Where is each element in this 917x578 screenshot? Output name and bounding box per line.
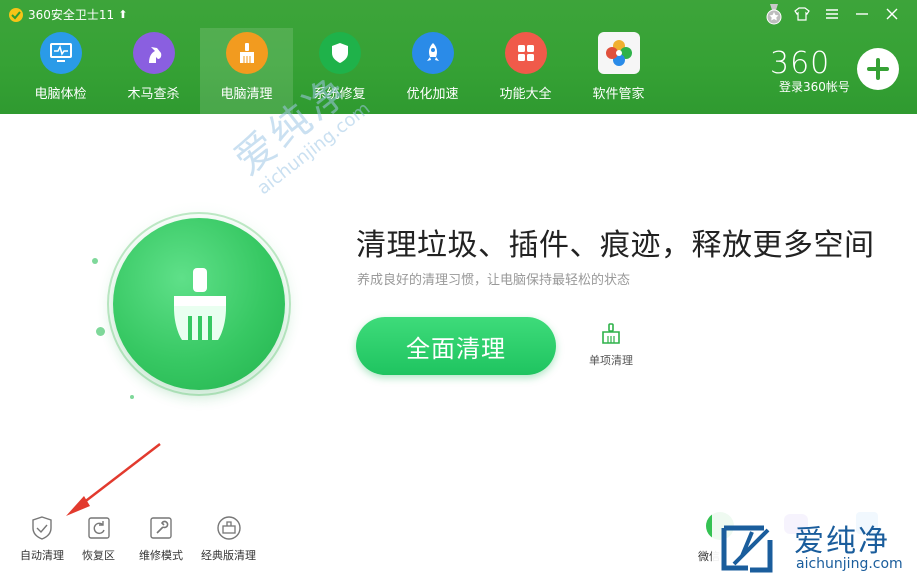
- annotation-arrow: [66, 443, 161, 516]
- menu-icon[interactable]: [817, 3, 847, 25]
- watermark-logo: 爱纯净 aichunjing.com: [712, 512, 910, 576]
- tool-label: 恢复区: [82, 549, 115, 562]
- plus-icon[interactable]: [857, 48, 899, 90]
- horse-icon: [132, 32, 175, 74]
- subline: 养成良好的清理习惯，让电脑保持最轻松的状态: [357, 273, 631, 288]
- repair-mode-button[interactable]: 维修模式: [139, 514, 183, 563]
- minimize-icon[interactable]: [847, 3, 877, 25]
- nav-item-functions[interactable]: 功能大全: [479, 28, 572, 114]
- bottom-tools: 自动清理 恢复区 维修模式 经典版清理: [20, 514, 270, 563]
- decor-dot: [130, 395, 134, 399]
- decor-dot: [92, 258, 98, 264]
- app-title-text: 360安全卫士11: [28, 8, 115, 22]
- login-account-link[interactable]: 登录360帐号: [779, 78, 850, 95]
- restore-icon: [85, 514, 113, 542]
- full-clean-button[interactable]: 全面清理: [356, 317, 556, 375]
- nav-item-speedup[interactable]: 优化加速: [386, 28, 479, 114]
- monitor-icon: [39, 32, 82, 74]
- upgrade-arrow-icon[interactable]: ⬆: [118, 8, 127, 21]
- nav-label: 软件管家: [592, 87, 645, 102]
- classic-clean-button[interactable]: 经典版清理: [201, 514, 256, 563]
- nav-label: 电脑体检: [34, 87, 87, 102]
- close-icon[interactable]: [877, 3, 907, 25]
- brand-block[interactable]: 360 登录360帐号: [770, 46, 850, 94]
- tool-label: 自动清理: [20, 549, 64, 562]
- nav-label: 电脑清理: [220, 87, 273, 102]
- rocket-icon: [411, 32, 454, 74]
- nav-label: 优化加速: [406, 87, 459, 102]
- auto-clean-button[interactable]: 自动清理: [20, 514, 64, 563]
- tool-label: 维修模式: [139, 549, 183, 562]
- medal-icon[interactable]: [762, 2, 786, 26]
- header-bar: 360安全卫士11 ⬆ 电脑体检 木马查杀 电脑清理 系统修复 优化加速 功能大…: [0, 0, 917, 114]
- window-controls: [787, 3, 907, 25]
- single-clean-button[interactable]: 单项清理: [585, 322, 637, 368]
- broom-icon: [174, 268, 226, 340]
- restore-area-button[interactable]: 恢复区: [82, 514, 115, 563]
- nav-label: 木马查杀: [127, 87, 180, 102]
- single-clean-label: 单项清理: [589, 354, 633, 367]
- broom-icon: [225, 32, 268, 74]
- nav-label: 功能大全: [499, 87, 552, 102]
- nav-item-checkup[interactable]: 电脑体检: [14, 28, 107, 114]
- watermark-logo-cn: 爱纯净: [794, 524, 890, 559]
- cleanup-hero-icon: [113, 218, 285, 390]
- shield-check-icon: [28, 514, 56, 542]
- headline: 清理垃圾、插件、痕迹，释放更多空间: [356, 228, 875, 263]
- watermark-logo-icon: [721, 525, 773, 573]
- broom-icon: [602, 323, 620, 344]
- nav-item-software[interactable]: 软件管家: [572, 28, 665, 114]
- flower-icon: [597, 32, 640, 74]
- wrench-icon: [147, 514, 175, 542]
- grid-icon: [504, 32, 547, 74]
- skin-icon[interactable]: [787, 3, 817, 25]
- watermark-logo-url: aichunjing.com: [796, 556, 903, 572]
- app-title: 360安全卫士11 ⬆: [8, 6, 127, 23]
- 360-logo-icon: [9, 7, 23, 22]
- decor-dot: [96, 327, 105, 336]
- nav-item-trojan[interactable]: 木马查杀: [107, 28, 200, 114]
- tool-label: 经典版清理: [201, 549, 256, 562]
- brand-360: 360: [770, 46, 831, 81]
- classic-icon: [215, 514, 243, 542]
